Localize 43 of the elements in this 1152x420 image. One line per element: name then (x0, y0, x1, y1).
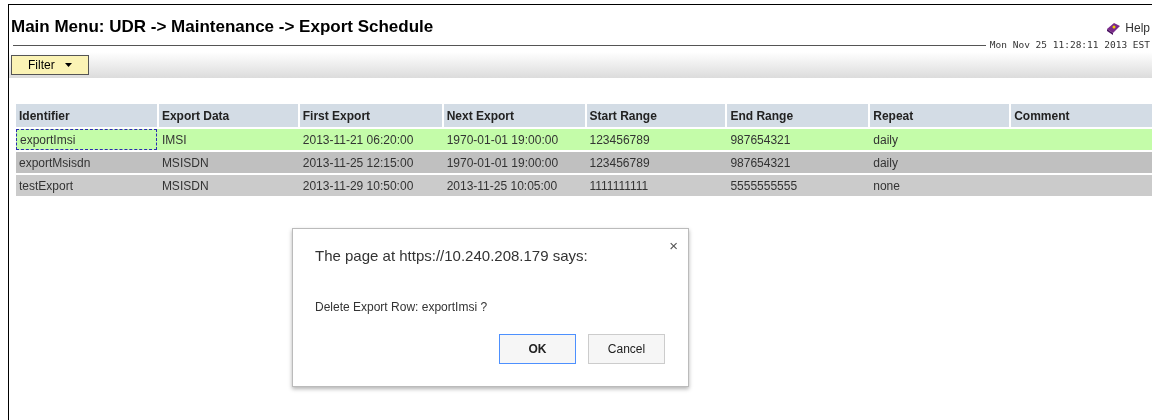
caret-icon (64, 63, 72, 68)
table-cell-text: 2013-11-25 12:15:00 (301, 154, 415, 172)
column-header[interactable]: Identifier (16, 104, 157, 128)
column-header[interactable]: Start Range (586, 104, 726, 128)
timestamp: Mon Nov 25 11:28:11 2013 EST (988, 38, 1151, 52)
table-cell-text: daily (872, 154, 899, 172)
table-cell-text: daily (872, 131, 899, 149)
table-cell-text: 123456789 (588, 131, 651, 149)
book-icon (1105, 20, 1122, 36)
table-cell-text: 5555555555 (729, 177, 799, 195)
table-cell-text: testExport (18, 177, 75, 195)
table-cell-text: 1111111111 (588, 177, 650, 195)
table-cell-text: 1970-01-01 19:00:00 (445, 154, 560, 172)
close-button[interactable]: × (669, 235, 678, 258)
ok-button[interactable]: OK (499, 334, 576, 364)
column-header[interactable]: Export Data (158, 104, 298, 128)
column-header[interactable]: Repeat (870, 104, 1010, 128)
column-header[interactable]: Next Export (443, 104, 585, 128)
table-cell: exportImsi (16, 129, 157, 151)
table-row[interactable]: exportImsi IMSI 2013-11-21 06:20:00 1970-01-01 19:00:00 123456789 987654321 daily (16, 129, 1152, 151)
table-cell-text: MSISDN (160, 154, 210, 172)
column-header[interactable]: Comment (1011, 104, 1152, 128)
table-row[interactable]: testExport MSISDN 2013-11-29 10:50:00 2013-11-25 10:05:00 1111111111 5555555555 none (16, 175, 1152, 197)
page-title: Main Menu: UDR -> Maintenance -> Export Schedule (11, 16, 434, 38)
table-cell-text: IMSI (160, 131, 188, 149)
table-cell-text: 2013-11-25 10:05:00 (445, 177, 559, 195)
help-link[interactable]: Help (1105, 19, 1150, 37)
table-cell-text: none (872, 177, 901, 195)
column-header[interactable]: End Range (727, 104, 869, 128)
table-cell-text: MSISDN (160, 177, 210, 195)
table-cell-text: 1970-01-01 19:00:00 (445, 131, 560, 149)
table-cell-text: 2013-11-21 06:20:00 (301, 131, 415, 149)
filter-button[interactable]: Filter (11, 55, 89, 76)
dialog-message: Delete Export Row: exportImsi ? (315, 299, 488, 316)
table-cell-text: 987654321 (729, 154, 792, 172)
column-header[interactable]: First Export (299, 104, 442, 128)
table-cell-text: 2013-11-29 10:50:00 (301, 177, 415, 195)
table-cell-text: 987654321 (729, 131, 792, 149)
table-cell-text: 123456789 (588, 154, 651, 172)
table-row[interactable]: exportMsisdn MSISDN 2013-11-25 12:15:00 1970-01-01 19:00:00 123456789 987654321 daily (16, 152, 1152, 174)
dialog-title: The page at https://10.240.208.179 says: (315, 246, 588, 266)
table-cell-text: exportMsisdn (18, 154, 92, 172)
cancel-button[interactable]: Cancel (588, 334, 665, 364)
